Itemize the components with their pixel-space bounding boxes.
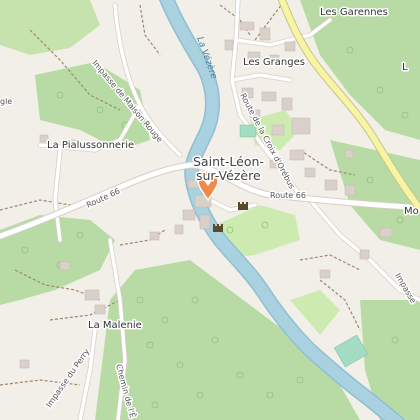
road-label-edge-left: gle bbox=[0, 97, 12, 106]
town-label-line2[interactable]: sur-Vézère bbox=[195, 167, 263, 185]
place-label-la-pialussonnerie[interactable]: La Pialussonnerie bbox=[46, 139, 136, 153]
castle-icon[interactable] bbox=[238, 202, 248, 210]
map-canvas[interactable]: Les Garennes Les Granges La Pialussonner… bbox=[0, 0, 420, 420]
place-label-la-malenie[interactable]: La Malenie bbox=[87, 319, 144, 333]
castle-icon[interactable] bbox=[213, 224, 223, 232]
town-label-line1[interactable]: Saint-Léon- bbox=[192, 153, 266, 171]
map-viewport[interactable]: Les Garennes Les Granges La Pialussonner… bbox=[0, 0, 420, 420]
place-label-edge: L bbox=[402, 62, 408, 73]
place-label-mo[interactable]: Mo bbox=[403, 205, 420, 219]
place-label-les-granges[interactable]: Les Granges bbox=[242, 56, 307, 70]
place-label-les-garennes[interactable]: Les Garennes bbox=[319, 6, 390, 20]
road-label-route66-east: Route 66 bbox=[270, 191, 306, 200]
sports-pitch bbox=[239, 124, 257, 138]
